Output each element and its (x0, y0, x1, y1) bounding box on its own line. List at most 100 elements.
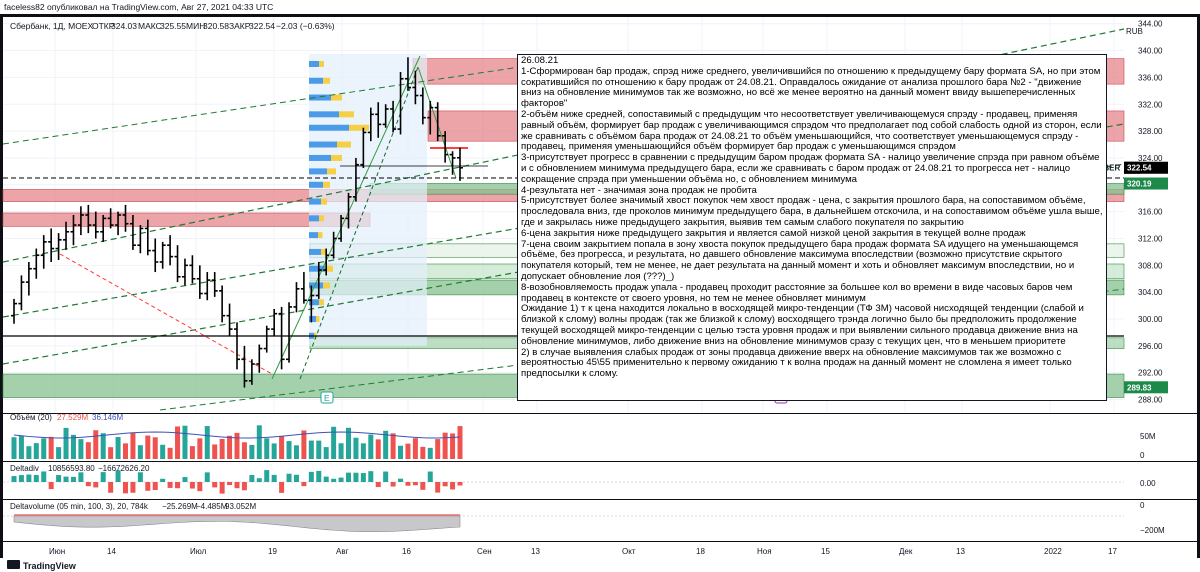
delta-bar (346, 472, 351, 482)
price-axis-tick: 292.00 (1138, 369, 1163, 378)
delta-bar (427, 471, 433, 482)
delta-pane[interactable] (3, 462, 1124, 499)
volume-bar (368, 434, 374, 459)
time-axis-tick: 19 (268, 547, 277, 556)
price-axis-tick: 316.00 (1138, 208, 1163, 217)
volume-legend-value2: 36.146M (92, 413, 123, 422)
price-axis-tick: 312.00 (1138, 234, 1163, 243)
volume-profile-bar (339, 111, 354, 118)
volume-bar (390, 433, 396, 459)
volume-profile-bar (309, 232, 318, 239)
volume-bar (48, 436, 54, 459)
delta-bar (383, 471, 389, 482)
volume-bar (353, 437, 359, 459)
earnings-badge-label: E (324, 393, 330, 403)
delta-bar (405, 482, 411, 486)
delta-bar (48, 482, 54, 490)
volume-profile-bar (309, 77, 323, 84)
delta-bar (11, 476, 17, 482)
volume-profile-bar (318, 232, 323, 239)
volume-bar (204, 426, 210, 459)
time-axis-tick: Ноя (757, 547, 772, 556)
volume-bar (264, 438, 270, 459)
cumdelta-legend-value1: −25.269M (162, 502, 198, 511)
volume-profile-bar (309, 198, 321, 205)
note-paragraph: 3-присутствует прогресс в сравнении с пр… (521, 152, 1100, 185)
volume-bar (189, 446, 195, 459)
delta-bar (293, 474, 299, 482)
delta-bar (212, 482, 218, 488)
delta-bar (450, 482, 456, 490)
volume-profile-bar (327, 168, 336, 175)
volume-bar (70, 434, 76, 459)
time-axis-tick: 13 (956, 547, 965, 556)
delta-bar (137, 472, 143, 482)
volume-bar (279, 435, 285, 459)
delta-bar (360, 473, 366, 482)
volume-profile-bar (309, 154, 331, 161)
delta-bar (123, 482, 128, 494)
delta-bar (18, 475, 24, 482)
volume-profile-bar (321, 198, 327, 205)
volume-bar (160, 444, 166, 459)
delta-bar (457, 482, 463, 486)
volume-bar (78, 439, 84, 459)
delta-bar (234, 482, 240, 489)
volume-bar (256, 425, 262, 459)
volume-bar (108, 447, 114, 459)
volume-bar (338, 443, 344, 459)
volume-axis-tick-50m: 50M (1140, 432, 1156, 441)
volume-bar (405, 443, 411, 459)
cumdelta-legend-value3: 93.052M (225, 502, 256, 511)
delta-bar (353, 472, 359, 482)
volume-profile-bar (323, 77, 330, 84)
volume-bar (197, 438, 203, 459)
volume-profile-bar (309, 181, 323, 188)
delta-bar (316, 470, 322, 482)
legend-low-value: 320.58 (203, 21, 229, 31)
level-price-value: 320.19 (1127, 180, 1152, 189)
legend-open-value: 324.03 (111, 21, 137, 31)
delta-bar (264, 470, 270, 482)
volume-bar (316, 440, 322, 459)
delta-bar (375, 482, 381, 488)
legend-close-label: ЗАКР (229, 21, 251, 31)
delta-bar (390, 482, 396, 487)
note-body: 1-Сформирован бар продаж, спрэд ниже сре… (521, 66, 1103, 380)
volume-profile-bar (309, 316, 316, 323)
delta-bar (26, 474, 32, 482)
volume-bar (293, 445, 299, 459)
delta-bar (33, 475, 39, 482)
cumdelta-axis-tick-200m: −200M (1140, 526, 1165, 535)
delta-bar (308, 471, 314, 482)
price-axis-tick: 288.00 (1138, 396, 1163, 405)
tradingview-logo-text: TradingView (23, 561, 77, 571)
time-axis[interactable] (3, 542, 1197, 558)
cumdelta-legend-label: Deltavolume (05 min, 100, 3), 20, 784k (10, 502, 149, 511)
volume-profile-bar (331, 94, 342, 101)
volume-bar (286, 441, 292, 459)
legend-high-value: 325.55 (160, 21, 186, 31)
volume-bar (323, 447, 329, 459)
delta-bar (227, 482, 233, 486)
cumdelta-axis-tick-0: 0 (1140, 501, 1145, 510)
volume-bar (41, 438, 47, 459)
delta-bar (442, 482, 448, 487)
volume-profile-bar (319, 60, 324, 67)
volume-bar (123, 443, 128, 459)
volume-profile-bar (309, 111, 339, 118)
analysis-note[interactable]: 26.08.21 1-Сформирован бар продаж, спрэд… (517, 54, 1107, 401)
time-axis-tick: 18 (696, 547, 705, 556)
legend-high-label: МАКС (138, 21, 162, 31)
volume-bar (115, 437, 121, 459)
volume-bar (167, 447, 173, 459)
time-axis-tick: Окт (622, 547, 636, 556)
volume-bar (145, 435, 151, 459)
time-axis-tick: 17 (1108, 547, 1117, 556)
volume-bar (271, 443, 277, 459)
delta-bar (78, 472, 84, 482)
price-axis-tick: 328.00 (1138, 127, 1163, 136)
volume-profile-bar (323, 282, 330, 289)
volume-bar (85, 442, 91, 459)
note-paragraph: 5-присутствует более значимый хвост поку… (521, 195, 1103, 228)
